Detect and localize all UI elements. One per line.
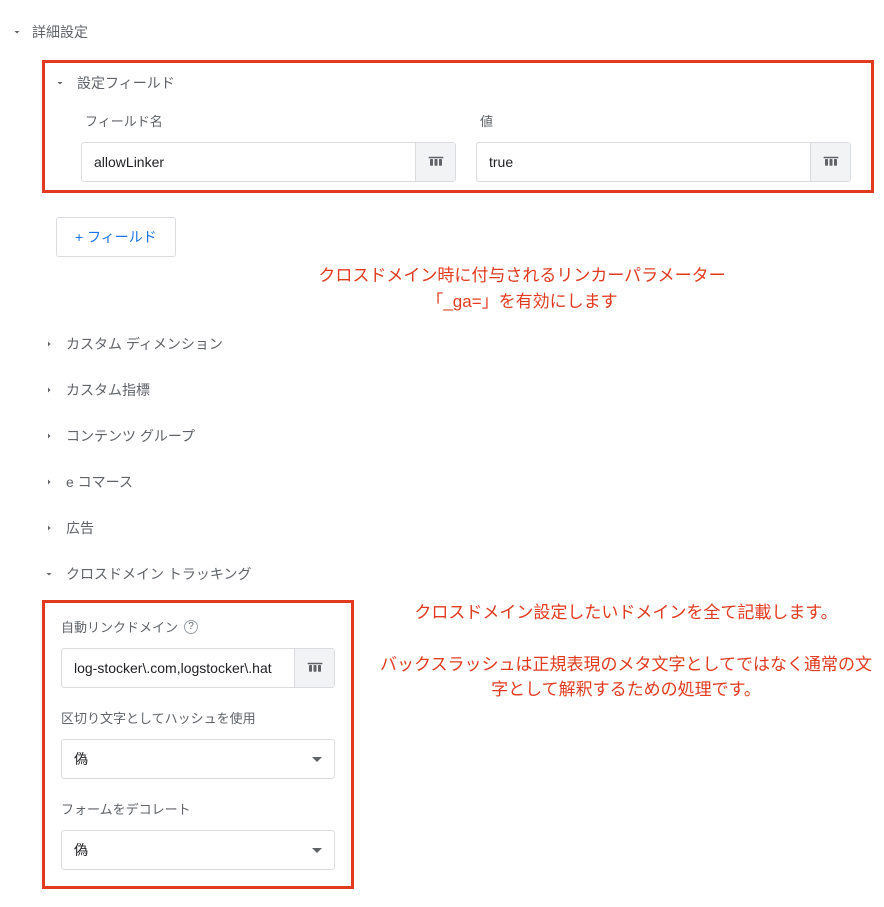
section-crossdomain[interactable]: クロスドメイン トラッキング	[66, 564, 251, 584]
field-value-label: 値	[480, 111, 851, 130]
section-custom-metrics[interactable]: カスタム指標	[66, 380, 150, 400]
annotation-linker: クロスドメイン時に付与されるリンカーパラメーター 「_ga=」を有効にします	[242, 263, 802, 314]
section-ecommerce[interactable]: e コマース	[66, 472, 133, 492]
settings-fields-title: 設定フィールド	[77, 73, 175, 93]
chevron-right-icon[interactable]	[42, 337, 56, 351]
variable-picker-button[interactable]	[810, 143, 850, 181]
field-name-label: フィールド名	[85, 111, 456, 130]
chevron-right-icon[interactable]	[42, 521, 56, 535]
chevron-down-icon[interactable]	[42, 567, 56, 581]
settings-fields-highlight: 設定フィールド フィールド名 値	[42, 60, 874, 193]
section-custom-dimensions[interactable]: カスタム ディメンション	[66, 334, 223, 354]
crossdomain-highlight: 自動リンクドメイン ? 区切り文字としてハッシュを使用 偽 フォームをデコレート…	[42, 600, 354, 889]
field-value-input[interactable]	[477, 143, 810, 181]
autolink-domain-input[interactable]	[62, 649, 294, 687]
use-hash-label: 区切り文字としてハッシュを使用	[61, 708, 335, 727]
variable-picker-button[interactable]	[294, 649, 334, 687]
chevron-down-icon[interactable]	[10, 25, 24, 39]
autolink-domain-label: 自動リンクドメイン	[61, 617, 178, 636]
use-hash-select[interactable]: 偽	[61, 739, 335, 779]
help-icon[interactable]: ?	[184, 620, 198, 634]
chevron-right-icon[interactable]	[42, 429, 56, 443]
annotation-crossdomain: クロスドメイン設定したいドメインを全て記載します。 バックスラッシュは正規表現の…	[378, 600, 874, 703]
section-ads[interactable]: 広告	[66, 518, 94, 538]
decorate-forms-label: フォームをデコレート	[61, 799, 335, 818]
chevron-down-icon[interactable]	[53, 76, 67, 90]
section-content-groups[interactable]: コンテンツ グループ	[66, 426, 195, 446]
chevron-right-icon[interactable]	[42, 475, 56, 489]
variable-picker-button[interactable]	[415, 143, 455, 181]
chevron-right-icon[interactable]	[42, 383, 56, 397]
add-field-button[interactable]: + フィールド	[56, 217, 176, 257]
chevron-down-icon	[312, 848, 322, 853]
advanced-settings-label: 詳細設定	[32, 22, 88, 42]
field-name-input[interactable]	[82, 143, 415, 181]
chevron-down-icon	[312, 757, 322, 762]
decorate-forms-select[interactable]: 偽	[61, 830, 335, 870]
